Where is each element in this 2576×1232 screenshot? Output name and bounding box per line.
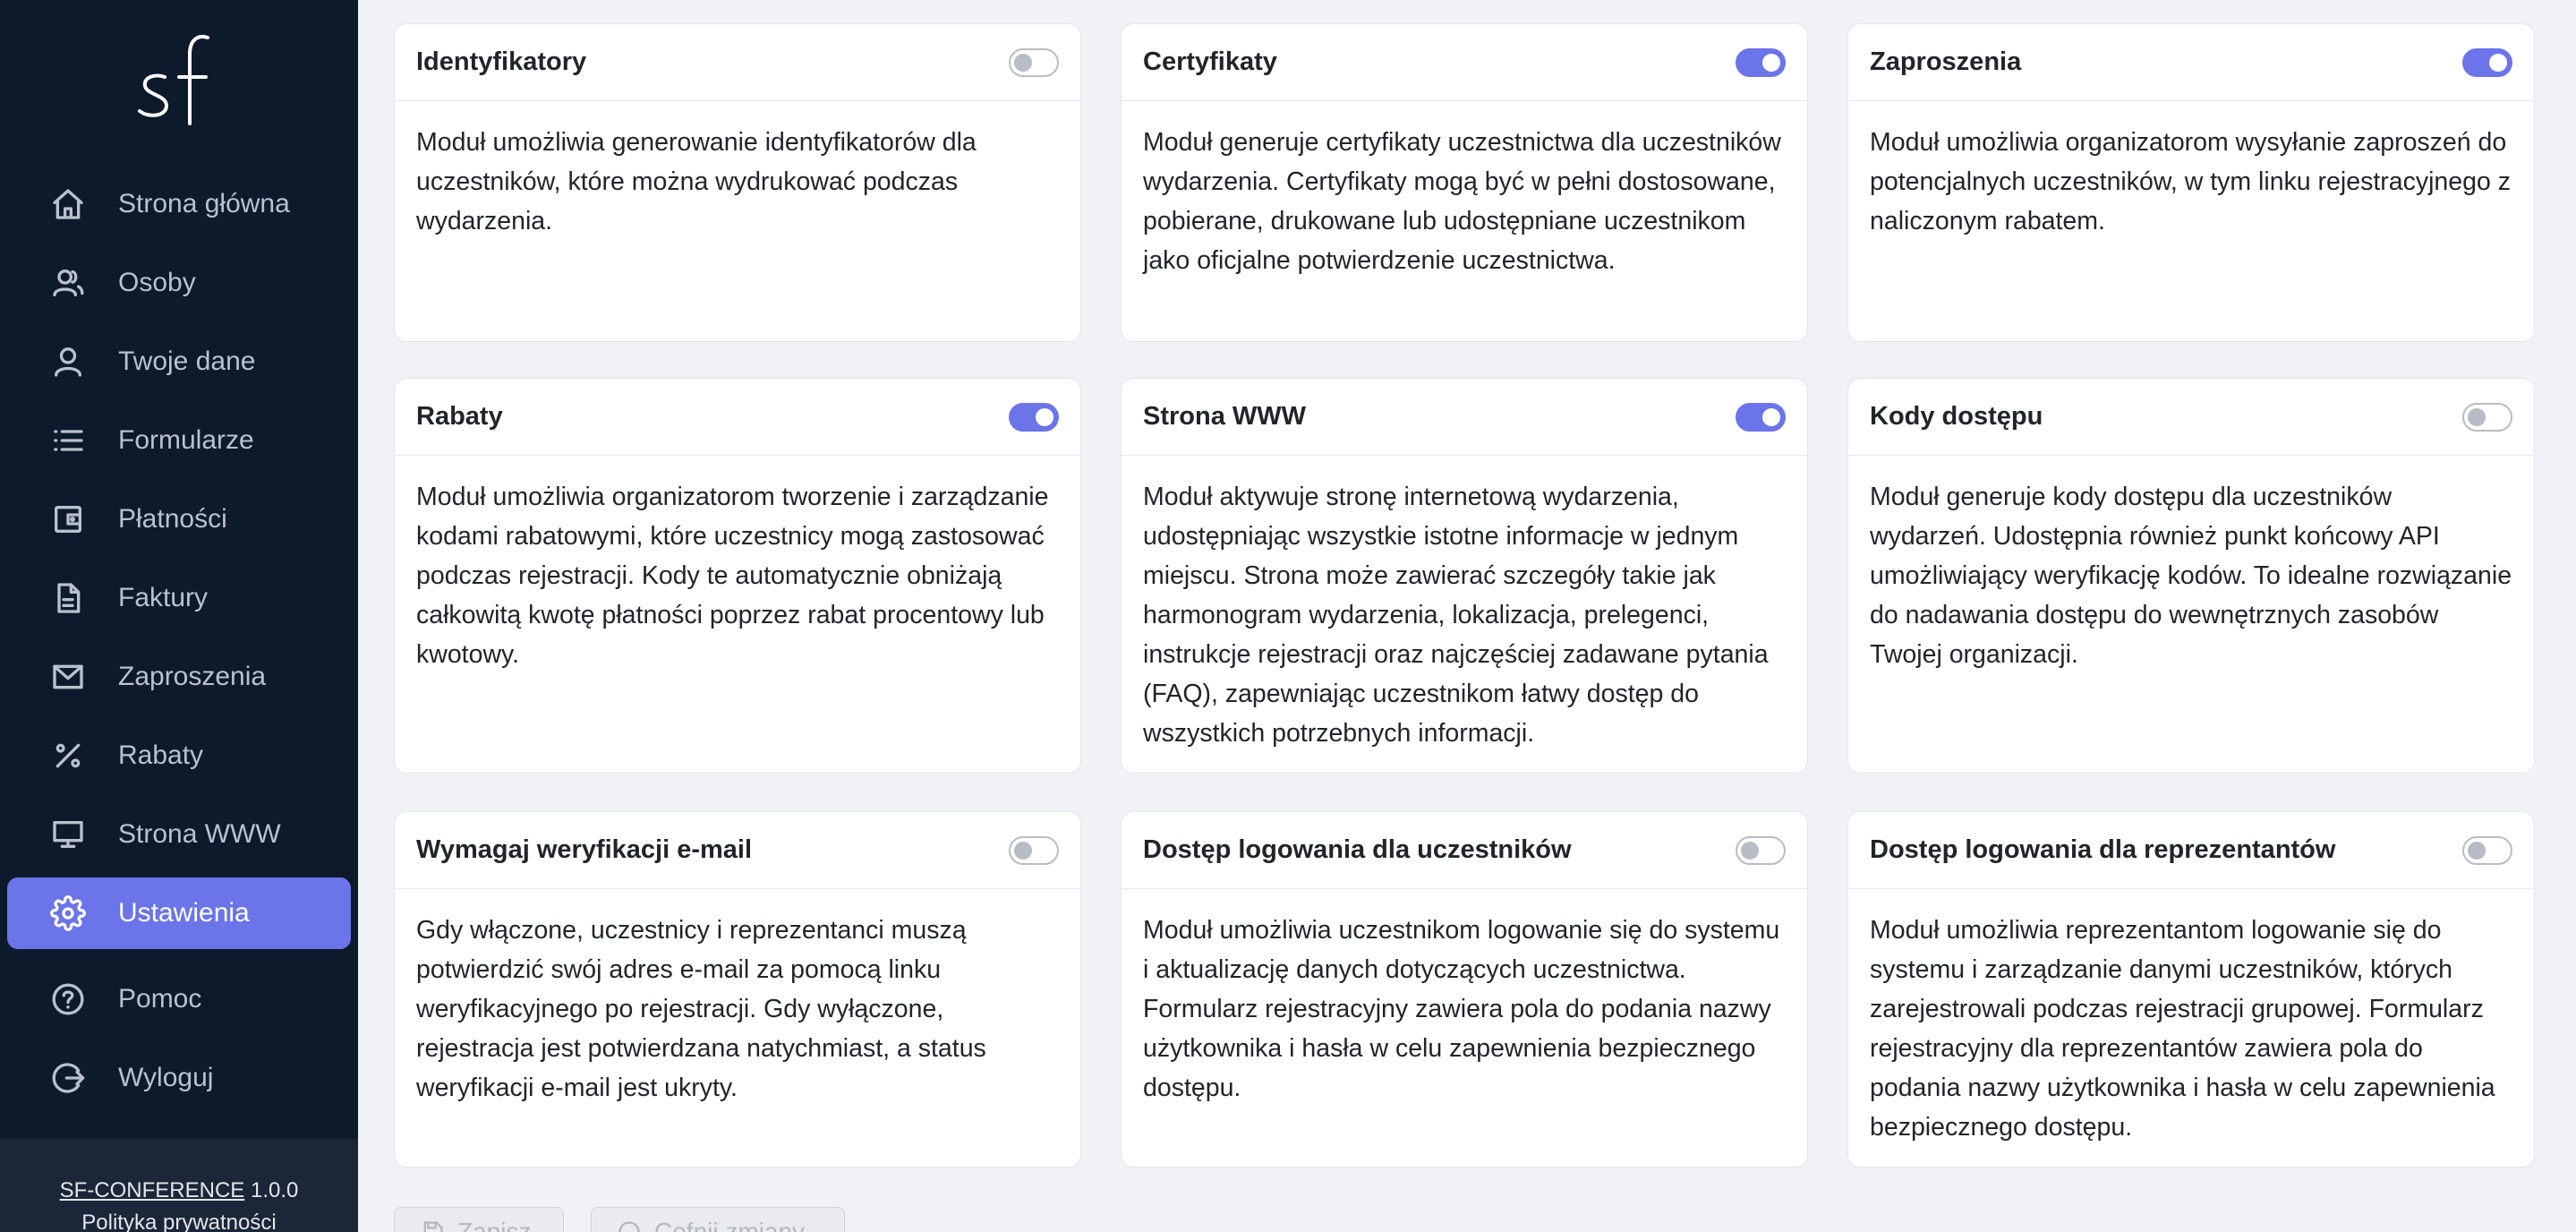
module-toggle[interactable] xyxy=(1736,835,1786,865)
module-toggle[interactable] xyxy=(1736,402,1786,432)
version-text: 1.0.0 xyxy=(250,1178,299,1202)
sidebar-item-payments[interactable]: Płatności xyxy=(7,483,351,555)
card-title: Certyfikaty xyxy=(1143,47,1277,76)
card-description: Moduł umożliwia organizatorom tworzenie … xyxy=(416,483,1049,669)
gear-icon xyxy=(48,894,88,933)
module-card-badges: Identyfikatory Moduł umożliwia generowan… xyxy=(394,23,1081,342)
sidebar-item-label: Ustawienia xyxy=(118,898,250,928)
help-icon xyxy=(48,980,88,1019)
sidebar-item-invoices[interactable]: Faktury xyxy=(7,562,351,634)
logout-icon xyxy=(48,1058,88,1098)
card-header: Identyfikatory xyxy=(395,24,1080,101)
brand-link[interactable]: SF-CONFERENCE xyxy=(60,1178,245,1202)
sidebar-item-label: Twoje dane xyxy=(118,346,256,376)
card-header: Dostęp logowania dla reprezentantów xyxy=(1848,812,2534,889)
module-card-website: Strona WWW Moduł aktywuje stronę interne… xyxy=(1121,378,1808,774)
privacy-policy-link[interactable]: Polityka prywatności xyxy=(0,1207,358,1232)
sidebar-item-label: Płatności xyxy=(118,504,227,534)
sidebar-item-label: Wyloguj xyxy=(118,1063,214,1092)
module-toggle[interactable] xyxy=(1009,47,1059,77)
module-toggle[interactable] xyxy=(1009,835,1059,865)
card-description: Gdy włączone, uczestnicy i reprezentanci… xyxy=(416,916,986,1102)
percent-icon xyxy=(48,736,88,775)
module-toggle[interactable] xyxy=(1009,402,1059,432)
wallet-icon xyxy=(48,500,88,539)
card-header: Wymagaj weryfikacji e-mail xyxy=(395,812,1080,889)
sidebar-item-help[interactable]: Pomoc xyxy=(7,963,351,1035)
module-toggle[interactable] xyxy=(2462,47,2512,77)
sidebar-item-website[interactable]: Strona WWW xyxy=(7,799,351,870)
card-title: Strona WWW xyxy=(1143,402,1307,431)
sidebar-item-logout[interactable]: Wyloguj xyxy=(7,1042,351,1114)
card-title: Zaproszenia xyxy=(1870,47,2022,76)
revert-button-label: Cofnij zmiany xyxy=(654,1218,806,1232)
card-title: Wymagaj weryfikacji e-mail xyxy=(416,835,753,864)
user-icon xyxy=(48,342,88,381)
module-card-access-codes: Kody dostępu Moduł generuje kody dostępu… xyxy=(1847,378,2535,774)
card-header: Zaproszenia xyxy=(1848,24,2534,101)
undo-icon xyxy=(618,1221,640,1232)
sidebar-item-home[interactable]: Strona główna xyxy=(7,168,351,240)
app-logo[interactable] xyxy=(134,27,224,134)
module-toggle[interactable] xyxy=(1736,47,1786,77)
sidebar-item-label: Osoby xyxy=(118,268,196,297)
sidebar-item-label: Strona WWW xyxy=(118,819,281,849)
module-card-certificates: Certyfikaty Moduł generuje certyfikaty u… xyxy=(1121,23,1808,342)
document-icon xyxy=(48,578,88,618)
module-toggle[interactable] xyxy=(2462,402,2512,432)
card-header: Kody dostępu xyxy=(1848,379,2534,456)
card-header: Dostęp logowania dla uczestników xyxy=(1122,812,1807,889)
card-title: Kody dostępu xyxy=(1870,402,2043,431)
card-title: Identyfikatory xyxy=(416,47,587,76)
module-card-discounts: Rabaty Moduł umożliwia organizatorom two… xyxy=(394,378,1081,774)
sf-logo-mark xyxy=(138,35,209,125)
sidebar-item-label: Pomoc xyxy=(118,984,202,1014)
app-root: Strona główna Osoby Twoje dane Formularz… xyxy=(0,0,2576,1232)
save-button[interactable]: Zapisz xyxy=(394,1207,564,1232)
envelope-icon xyxy=(48,657,88,697)
sidebar-footer: SF-CONFERENCE 1.0.0 Polityka prywatności xyxy=(0,1139,358,1232)
sidebar-item-forms[interactable]: Formularze xyxy=(7,405,351,476)
sidebar-item-label: Rabaty xyxy=(118,740,204,770)
save-button-label: Zapisz xyxy=(457,1218,532,1232)
sidebar-item-people[interactable]: Osoby xyxy=(7,247,351,319)
sidebar-item-invitations[interactable]: Zaproszenia xyxy=(7,641,351,713)
list-icon xyxy=(48,421,88,460)
sidebar-item-label: Formularze xyxy=(118,425,254,455)
card-description: Moduł umożliwia organizatorom wysyłanie … xyxy=(1870,128,2511,235)
sidebar-item-settings[interactable]: Ustawienia xyxy=(7,877,351,949)
module-card-participant-login: Dostęp logowania dla uczestników Moduł u… xyxy=(1121,811,1808,1168)
card-title: Rabaty xyxy=(416,402,503,431)
monitor-icon xyxy=(48,815,88,854)
card-header: Rabaty xyxy=(395,379,1080,456)
card-description: Moduł umożliwia reprezentantom logowanie… xyxy=(1870,916,2495,1142)
card-header: Strona WWW xyxy=(1122,379,1807,456)
sidebar-item-label: Strona główna xyxy=(118,189,290,218)
sidebar: Strona główna Osoby Twoje dane Formularz… xyxy=(0,0,358,1232)
sidebar-item-label: Faktury xyxy=(118,583,209,612)
app-version-line: SF-CONFERENCE 1.0.0 xyxy=(0,1175,358,1207)
sidebar-item-discounts[interactable]: Rabaty xyxy=(7,720,351,791)
card-description: Moduł aktywuje stronę internetową wydarz… xyxy=(1143,483,1769,748)
floppy-disk-icon xyxy=(423,1221,443,1232)
module-toggle[interactable] xyxy=(2462,835,2512,865)
card-title: Dostęp logowania dla reprezentantów xyxy=(1870,835,2336,864)
home-icon xyxy=(48,184,88,224)
sidebar-item-label: Zaproszenia xyxy=(118,662,267,691)
card-description: Moduł umożliwia uczestnikom logowanie si… xyxy=(1143,916,1780,1102)
card-description: Moduł generuje certyfikaty uczestnictwa … xyxy=(1143,128,1781,275)
card-title: Dostęp logowania dla uczestników xyxy=(1143,835,1572,864)
revert-changes-button[interactable]: Cofnij zmiany xyxy=(591,1207,845,1232)
module-card-email-verification: Wymagaj weryfikacji e-mail Gdy włączone,… xyxy=(394,811,1081,1168)
sidebar-item-your-data[interactable]: Twoje dane xyxy=(7,326,351,398)
card-header: Certyfikaty xyxy=(1122,24,1807,101)
module-card-representative-login: Dostęp logowania dla reprezentantów Modu… xyxy=(1847,811,2535,1168)
people-icon xyxy=(48,263,88,303)
card-description: Moduł umożliwia generowanie identyfikato… xyxy=(416,128,977,235)
module-card-invitations: Zaproszenia Moduł umożliwia organizatoro… xyxy=(1847,23,2535,342)
card-description: Moduł generuje kody dostępu dla uczestni… xyxy=(1870,483,2512,669)
